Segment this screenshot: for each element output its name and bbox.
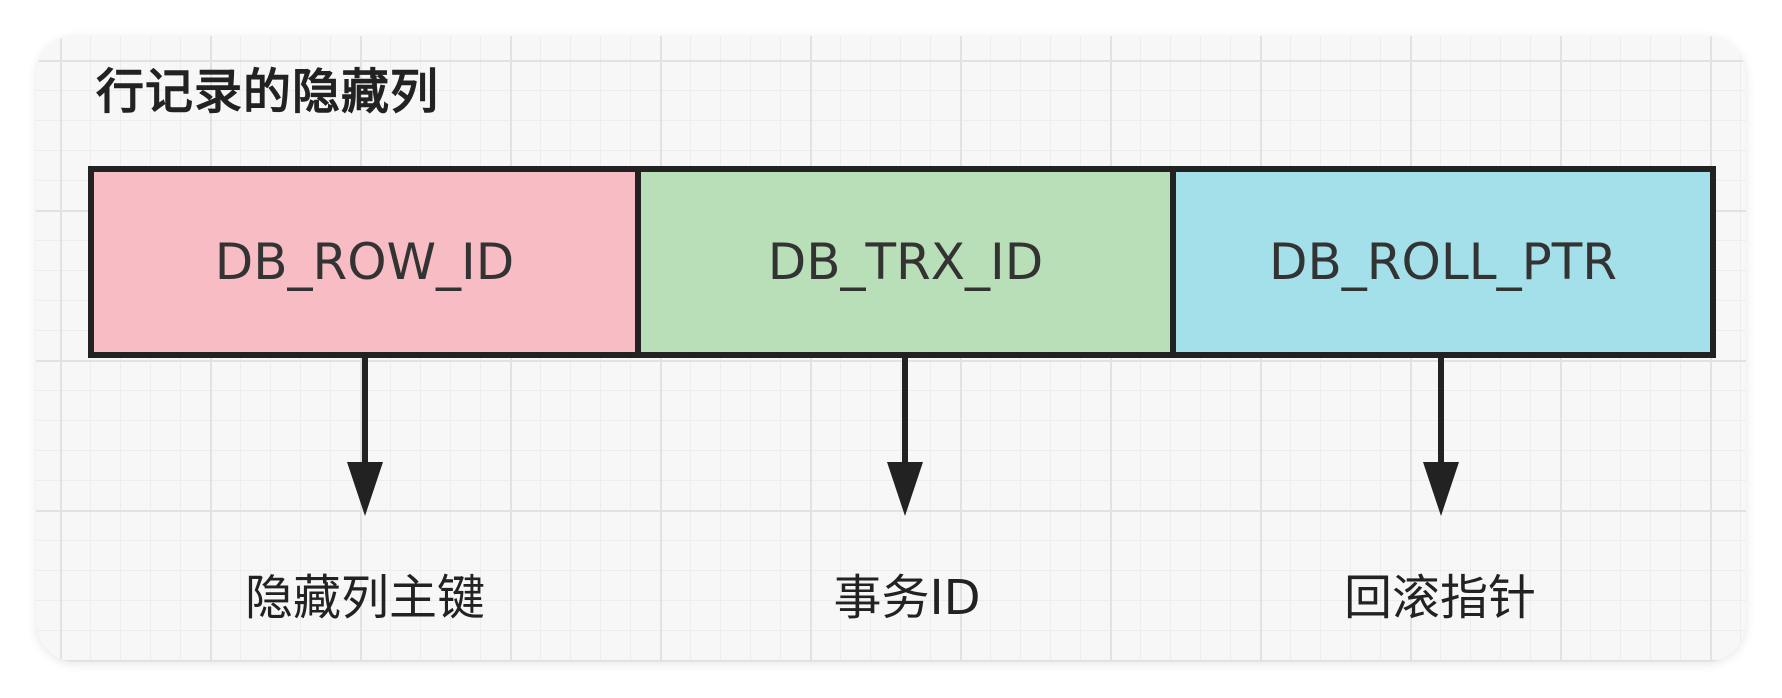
diagram-title: 行记录的隐藏列 <box>96 64 440 120</box>
column-label-db-trx-id: DB_TRX_ID <box>767 233 1044 291</box>
column-db-row-id: DB_ROW_ID <box>94 172 635 352</box>
column-label-db-roll-ptr: DB_ROLL_PTR <box>1268 233 1618 291</box>
description-db-trx-id: 事务ID <box>833 570 981 626</box>
description-db-row-id: 隐藏列主键 <box>244 570 485 626</box>
description-db-roll-ptr: 回滚指针 <box>1343 570 1536 626</box>
column-db-trx-id: DB_TRX_ID <box>635 172 1170 352</box>
hidden-columns-row: DB_ROW_ID DB_TRX_ID DB_ROLL_PTR <box>88 166 1716 358</box>
column-db-roll-ptr: DB_ROLL_PTR <box>1170 172 1710 352</box>
column-label-db-row-id: DB_ROW_ID <box>214 233 515 291</box>
